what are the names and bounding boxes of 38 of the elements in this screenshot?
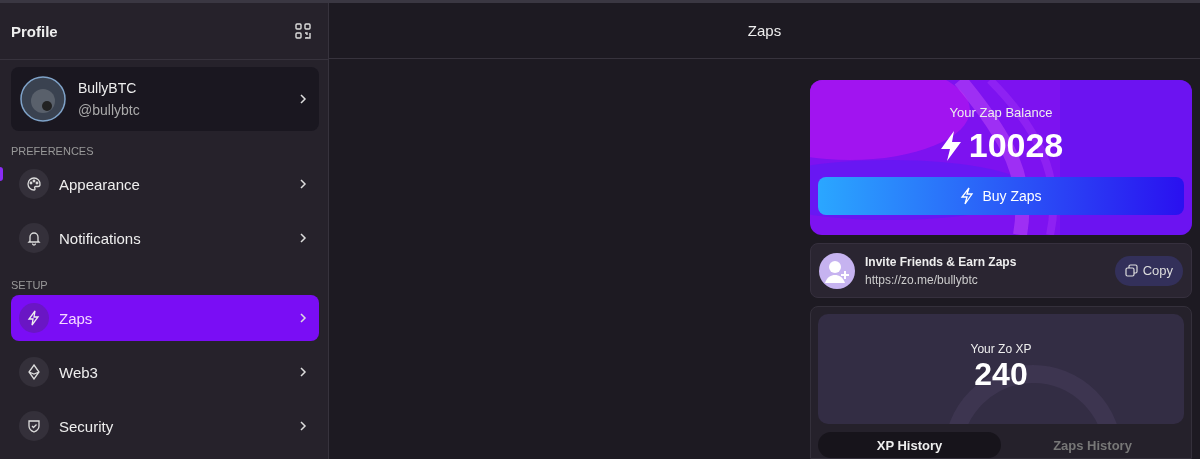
chevron-right-icon bbox=[299, 179, 307, 189]
sidebar-item[interactable]: Appearance bbox=[11, 161, 319, 207]
diamond-icon bbox=[26, 364, 42, 380]
lightning-icon bbox=[938, 129, 963, 162]
palette-icon bbox=[26, 176, 42, 192]
sidebar-item[interactable]: Security bbox=[11, 403, 319, 449]
section-heading: SETUP bbox=[11, 279, 49, 291]
history-tab[interactable]: Zaps History bbox=[1001, 432, 1184, 458]
chevron-right-icon bbox=[299, 313, 307, 323]
copy-icon bbox=[1124, 264, 1138, 277]
section-heading: PREFERENCES bbox=[11, 145, 95, 157]
sidebar-item[interactable]: Zaps bbox=[11, 295, 319, 341]
chevron-right-icon bbox=[299, 421, 307, 431]
sidebar-title: Profile bbox=[11, 22, 58, 40]
sidebar-item[interactable]: Notifications bbox=[11, 215, 319, 261]
balance-amount: 10028 bbox=[968, 126, 1064, 165]
xp-label: Your Zo XP bbox=[970, 342, 1032, 356]
chevron-right-icon bbox=[299, 367, 307, 377]
chevron-right-icon bbox=[299, 94, 307, 104]
avatar-icon bbox=[20, 76, 66, 122]
copy-button[interactable]: Copy bbox=[1114, 255, 1183, 286]
xp-amount: 240 bbox=[974, 356, 1028, 393]
profile-card[interactable]: BullyBTC @bullybtc bbox=[11, 67, 319, 131]
profile-handle: @bullybtc bbox=[78, 102, 141, 118]
page-title: Zaps bbox=[747, 22, 782, 39]
bell-icon bbox=[26, 230, 42, 246]
shield-icon bbox=[26, 418, 42, 434]
invite-title: Invite Friends & Earn Zaps bbox=[865, 254, 1018, 269]
lightning-icon bbox=[26, 310, 42, 326]
lightning-icon bbox=[960, 187, 975, 205]
profile-name: BullyBTC bbox=[78, 80, 138, 96]
buy-zaps-button[interactable]: Buy Zaps bbox=[818, 177, 1184, 215]
qr-code-icon[interactable] bbox=[295, 23, 311, 39]
sidebar-item[interactable]: Web3 bbox=[11, 349, 319, 395]
balance-label: Your Zap Balance bbox=[949, 105, 1053, 120]
add-user-icon bbox=[819, 252, 855, 289]
chevron-right-icon bbox=[299, 233, 307, 243]
history-tab[interactable]: XP History bbox=[818, 432, 1001, 458]
